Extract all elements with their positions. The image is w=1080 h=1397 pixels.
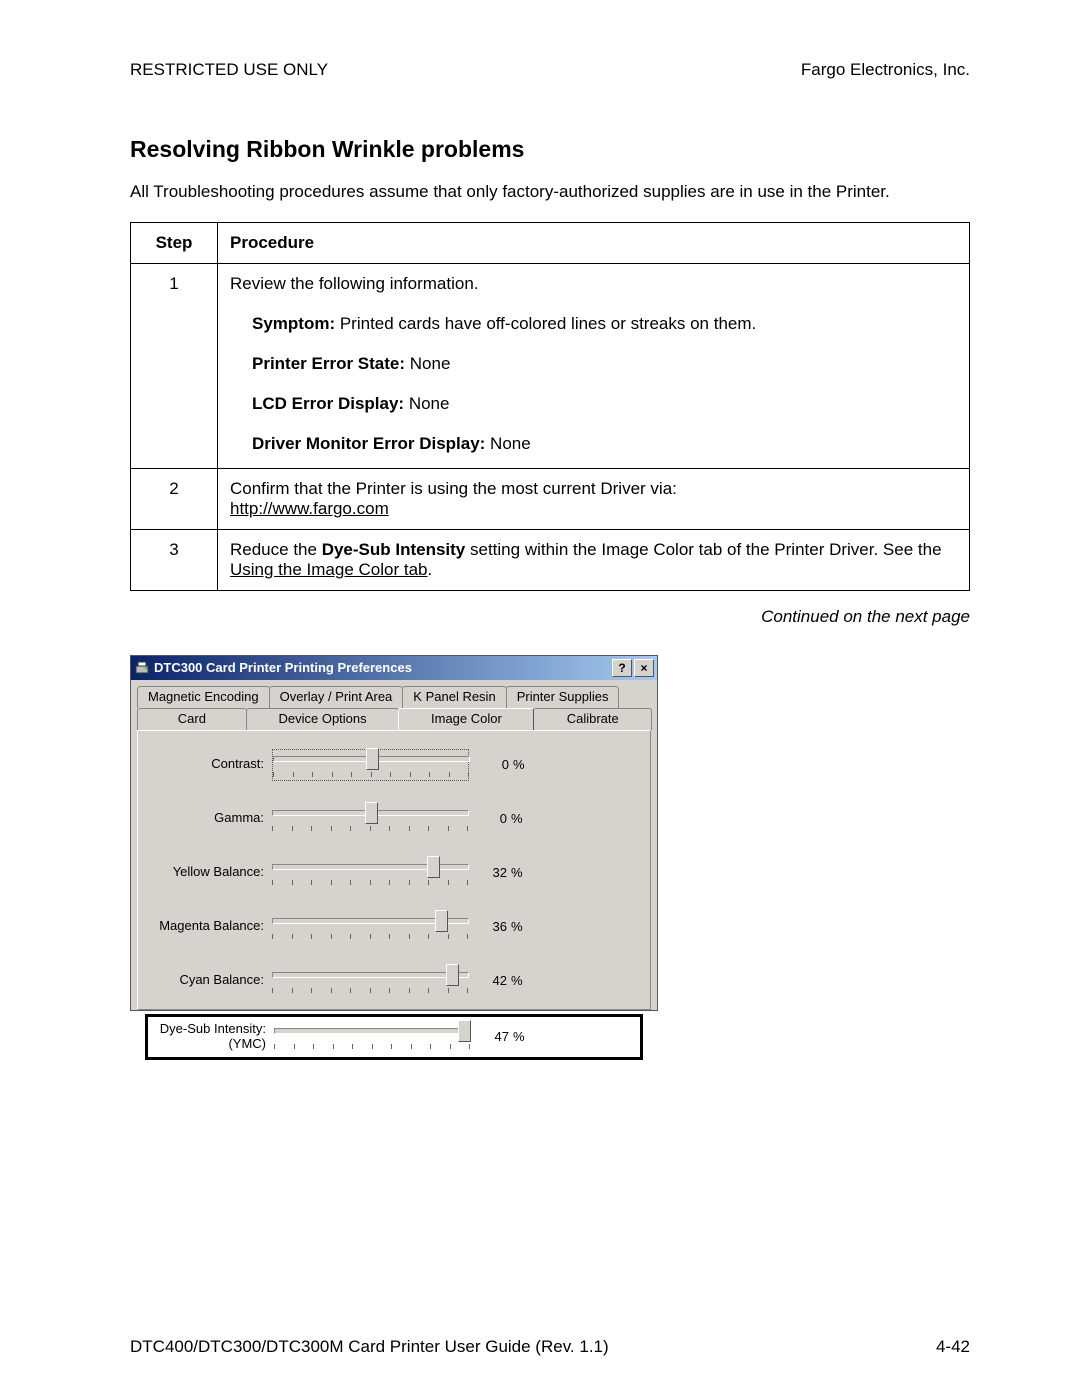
dme-text: None [485,434,530,453]
table-row: 2 Confirm that the Printer is using the … [131,468,970,529]
proc-line: Driver Monitor Error Display: None [230,434,957,454]
slider-label: Dye-Sub Intensity:(YMC) [148,1022,274,1052]
slider-label: Gamma: [146,811,272,826]
pes-label: Printer Error State: [252,354,405,373]
tab-calibrate[interactable]: Calibrate [533,708,652,730]
symptom-text: Printed cards have off-colored lines or … [335,314,756,333]
continued-note: Continued on the next page [130,607,970,627]
slider-value: 36 [467,919,511,934]
table-header-row: Step Procedure [131,222,970,263]
proc-line: Printer Error State: None [230,354,957,374]
dialog-titlebar: DTC300 Card Printer Printing Preferences… [131,656,657,680]
tab-card[interactable]: Card [137,708,247,730]
slider-unit: % [511,919,529,934]
slider-row: Gamma: 0% [146,799,642,839]
proc-line: Symptom: Printed cards have off-colored … [230,314,957,334]
slider-thumb[interactable] [365,802,378,824]
proc-text: . [428,560,433,579]
header-right: Fargo Electronics, Inc. [801,60,970,80]
step-number: 2 [131,468,218,529]
help-button[interactable]: ? [612,659,632,677]
slider-row: Dye-Sub Intensity:(YMC) 47% [146,1015,642,1059]
printing-preferences-dialog: DTC300 Card Printer Printing Preferences… [130,655,658,1011]
slider-unit: % [511,811,529,826]
slider-value: 42 [467,973,511,988]
slider-unit: % [511,865,529,880]
tab-row-1: Magnetic Encoding Overlay / Print Area K… [137,686,651,708]
slider-row: Contrast: 0% [146,745,642,785]
footer-right: 4-42 [936,1337,970,1357]
pes-text: None [405,354,450,373]
tab-image-color[interactable]: Image Color [398,708,534,730]
section-title: Resolving Ribbon Wrinkle problems [130,136,970,163]
proc-text: Reduce the [230,540,322,559]
slider[interactable] [272,912,467,942]
close-button[interactable]: × [634,659,654,677]
step-number: 1 [131,263,218,468]
slider[interactable] [272,804,467,834]
tab-printer-supplies[interactable]: Printer Supplies [506,686,620,708]
proc-line: LCD Error Display: None [230,394,957,414]
slider-thumb[interactable] [446,964,459,986]
slider-unit: % [513,1029,531,1044]
slider-unit: % [513,757,531,772]
slider-value: 47 [469,1029,513,1044]
tab-body-image-color: Contrast:0%Gamma:0%Yellow Balance:32%Mag… [137,730,651,1010]
slider-thumb[interactable] [366,748,379,770]
dme-label: Driver Monitor Error Display: [252,434,485,453]
slider-thumb[interactable] [427,856,440,878]
page-header: RESTRICTED USE ONLY Fargo Electronics, I… [130,60,970,80]
tab-k-panel-resin[interactable]: K Panel Resin [402,686,506,708]
slider-unit: % [511,973,529,988]
app-icon [134,660,150,676]
page-footer: DTC400/DTC300/DTC300M Card Printer User … [130,1337,970,1357]
symptom-label: Symptom: [252,314,335,333]
tab-overlay-print-area[interactable]: Overlay / Print Area [269,686,404,708]
col-procedure: Procedure [218,222,970,263]
led-text: None [404,394,449,413]
tab-device-options[interactable]: Device Options [246,708,400,730]
slider[interactable] [274,1022,469,1052]
step-procedure: Confirm that the Printer is using the mo… [218,468,970,529]
slider-row: Yellow Balance: 32% [146,853,642,893]
slider-label: Cyan Balance: [146,973,272,988]
col-step: Step [131,222,218,263]
slider-value: 0 [467,811,511,826]
table-row: 3 Reduce the Dye-Sub Intensity setting w… [131,529,970,590]
slider-label: Contrast: [146,757,272,772]
slider[interactable] [272,966,467,996]
step-procedure: Review the following information. Sympto… [218,263,970,468]
dye-sub-bold: Dye-Sub Intensity [322,540,466,559]
slider-label: Yellow Balance: [146,865,272,880]
proc-link[interactable]: Using the Image Color tab [230,560,428,579]
intro-paragraph: All Troubleshooting procedures assume th… [130,181,970,204]
slider-value: 32 [467,865,511,880]
tab-area: Magnetic Encoding Overlay / Print Area K… [131,680,657,1010]
tab-row-2: Card Device Options Image Color Calibrat… [137,708,651,730]
document-page: RESTRICTED USE ONLY Fargo Electronics, I… [0,0,1080,1397]
dialog-title: DTC300 Card Printer Printing Preferences [154,660,610,675]
step-number: 3 [131,529,218,590]
procedure-table: Step Procedure 1 Review the following in… [130,222,970,591]
screenshot-dialog-wrap: DTC300 Card Printer Printing Preferences… [130,655,970,1011]
slider-row: Cyan Balance: 42% [146,961,642,1001]
step-procedure: Reduce the Dye-Sub Intensity setting wit… [218,529,970,590]
proc-link[interactable]: http://www.fargo.com [230,499,389,518]
slider-thumb[interactable] [458,1020,471,1042]
tab-magnetic-encoding[interactable]: Magnetic Encoding [137,686,270,708]
slider-label: Magenta Balance: [146,919,272,934]
proc-text: setting within the Image Color tab of th… [465,540,941,559]
slider[interactable] [272,858,467,888]
slider-row: Magenta Balance: 36% [146,907,642,947]
slider[interactable] [272,749,469,781]
slider-value: 0 [469,757,513,772]
slider-thumb[interactable] [435,910,448,932]
led-label: LCD Error Display: [252,394,404,413]
table-row: 1 Review the following information. Symp… [131,263,970,468]
header-left: RESTRICTED USE ONLY [130,60,328,80]
proc-line: Review the following information. [230,274,957,294]
footer-left: DTC400/DTC300/DTC300M Card Printer User … [130,1337,609,1357]
proc-text: Confirm that the Printer is using the mo… [230,479,677,498]
